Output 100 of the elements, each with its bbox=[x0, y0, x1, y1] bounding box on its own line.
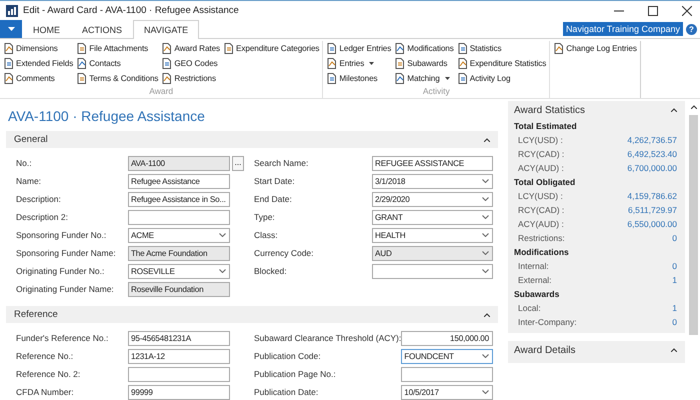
input-field[interactable]: Refugee Assistance bbox=[128, 174, 230, 188]
input-field[interactable]: ACME bbox=[128, 228, 230, 242]
input-field[interactable]: AVA-1100 bbox=[128, 156, 230, 170]
ribbon-tab[interactable]: ACTIONS bbox=[71, 20, 134, 38]
document-icon bbox=[326, 73, 338, 84]
section-title: General bbox=[14, 134, 48, 145]
ribbon-tab[interactable]: HOME bbox=[22, 20, 71, 38]
app-logo-icon bbox=[6, 4, 18, 16]
close-icon[interactable] bbox=[682, 6, 692, 16]
maximize-icon[interactable] bbox=[648, 6, 658, 16]
ribbon-action[interactable]: Statistics bbox=[456, 41, 546, 56]
ribbon-action[interactable]: Entries bbox=[326, 56, 392, 71]
stat-label: RCY(CAD) : bbox=[518, 205, 564, 215]
field-label: CFDA Number: bbox=[16, 387, 75, 397]
window-title: Edit - Award Card - AVA-1100 · Refugee Assistance bbox=[23, 5, 239, 16]
ribbon-action[interactable]: Contacts bbox=[76, 56, 158, 71]
input-field[interactable]: 99999 bbox=[128, 384, 230, 400]
ribbon-action[interactable]: GEO Codes bbox=[161, 56, 220, 71]
ribbon-action[interactable]: Extended Fields bbox=[3, 56, 74, 71]
ribbon-action[interactable]: Milestones bbox=[326, 71, 392, 86]
ribbon-action[interactable]: Comments bbox=[3, 71, 74, 86]
document-icon bbox=[3, 43, 14, 54]
ribbon-action[interactable]: Matching bbox=[394, 71, 454, 86]
section-header[interactable]: General bbox=[6, 131, 498, 148]
input-field[interactable]: AUD bbox=[372, 246, 493, 260]
stat-label: Internal: bbox=[518, 261, 549, 271]
chevron-down-icon bbox=[219, 269, 226, 273]
input-field[interactable]: HEALTH bbox=[372, 228, 493, 242]
input-field[interactable]: 1231A-12 bbox=[128, 348, 230, 364]
ribbon-action[interactable]: Award Rates bbox=[161, 41, 220, 56]
ribbon-action[interactable]: Terms & Conditions bbox=[76, 71, 158, 86]
group-heading: Modifications bbox=[514, 246, 570, 259]
ribbon-action[interactable]: Modifications bbox=[394, 41, 454, 56]
document-icon bbox=[326, 43, 338, 54]
document-icon bbox=[394, 58, 406, 69]
field-label: Description: bbox=[16, 194, 62, 204]
document-icon bbox=[394, 73, 406, 84]
ribbon-tab[interactable]: NAVIGATE bbox=[133, 20, 200, 39]
field-label: Publication Date: bbox=[254, 387, 320, 397]
field-label: Start Date: bbox=[254, 176, 296, 186]
chevron-icon[interactable] bbox=[671, 108, 677, 112]
input-field[interactable]: 150,000.00 bbox=[401, 330, 493, 346]
input-field[interactable]: Roseville Foundation bbox=[128, 282, 230, 296]
stat-value[interactable]: 1 bbox=[672, 275, 677, 285]
input-field[interactable]: GRANT bbox=[372, 210, 493, 224]
stat-value[interactable]: 6,492,523.40 bbox=[627, 149, 677, 159]
menu-button[interactable] bbox=[0, 20, 22, 38]
scroll-up-icon[interactable] bbox=[690, 105, 696, 109]
field-label: Search Name: bbox=[254, 158, 310, 168]
input-field[interactable]: 3/1/2018 bbox=[372, 174, 493, 188]
stat-value[interactable]: 4,262,736.57 bbox=[627, 135, 677, 145]
ribbon-action[interactable]: Activity Log bbox=[456, 71, 546, 86]
document-icon bbox=[3, 58, 14, 69]
stat-label: Restrictions: bbox=[518, 233, 565, 243]
stat-value[interactable]: 0 bbox=[672, 317, 677, 327]
input-field[interactable] bbox=[128, 366, 230, 382]
input-field[interactable]: 10/5/2017 bbox=[401, 384, 493, 400]
company-name[interactable]: Navigator Training Company bbox=[562, 22, 683, 36]
input-field[interactable] bbox=[128, 210, 230, 224]
group-heading: Total Obligated bbox=[514, 176, 576, 189]
document-icon bbox=[161, 73, 172, 84]
ribbon-action[interactable]: Expenditure Statistics bbox=[456, 56, 546, 71]
stat-value[interactable]: 6,511,729.97 bbox=[628, 205, 677, 215]
ribbon-action[interactable]: Restrictions bbox=[161, 71, 220, 86]
input-field[interactable]: 95-4565481231A bbox=[128, 330, 230, 346]
ribbon-action[interactable]: Subawards bbox=[394, 56, 454, 71]
input-field[interactable] bbox=[372, 264, 493, 278]
stat-value[interactable]: 0 bbox=[672, 233, 677, 243]
stat-value[interactable]: 4,159,786.62 bbox=[627, 191, 677, 201]
document-icon bbox=[456, 58, 468, 69]
stat-value[interactable]: 1 bbox=[672, 303, 677, 313]
ribbon-action[interactable]: File Attachments bbox=[76, 41, 158, 56]
input-field[interactable]: 2/29/2020 bbox=[372, 192, 493, 206]
document-icon bbox=[76, 73, 88, 84]
chevron-down-icon bbox=[219, 233, 226, 237]
input-field[interactable] bbox=[401, 366, 493, 382]
ribbon-action[interactable]: Change Log Entries bbox=[553, 41, 637, 56]
stat-value[interactable]: 6,550,000.00 bbox=[627, 219, 677, 229]
input-field[interactable]: Refugee Assistance in So... bbox=[128, 192, 230, 206]
input-field[interactable]: REFUGEE ASSISTANCE bbox=[372, 156, 493, 170]
field-label: Publication Page No.: bbox=[254, 369, 337, 379]
document-icon bbox=[161, 58, 172, 69]
stat-value[interactable]: 0 bbox=[672, 261, 677, 271]
input-field[interactable]: The Acme Foundation bbox=[128, 246, 230, 260]
group-heading: Subawards bbox=[514, 288, 560, 301]
group-label: Award bbox=[149, 86, 174, 98]
input-field[interactable]: ROSEVILLE bbox=[128, 264, 230, 278]
ribbon-action[interactable]: Ledger Entries bbox=[326, 41, 392, 56]
chevron-icon[interactable] bbox=[671, 348, 677, 352]
section-header[interactable]: Reference bbox=[6, 306, 498, 323]
stat-label: External: bbox=[518, 275, 552, 285]
ribbon-action[interactable]: Dimensions bbox=[3, 41, 74, 56]
stat-value[interactable]: 6,700,000.00 bbox=[627, 163, 677, 173]
lookup-button[interactable]: ... bbox=[232, 156, 244, 170]
document-icon bbox=[456, 43, 468, 54]
input-field[interactable]: FOUNDCENT bbox=[401, 348, 493, 364]
ribbon-action[interactable]: Expenditure Categories bbox=[223, 41, 320, 56]
help-button[interactable]: ? bbox=[686, 24, 697, 34]
chevron-down-icon bbox=[482, 251, 489, 255]
stat-label: LCY(USD) : bbox=[518, 191, 563, 201]
